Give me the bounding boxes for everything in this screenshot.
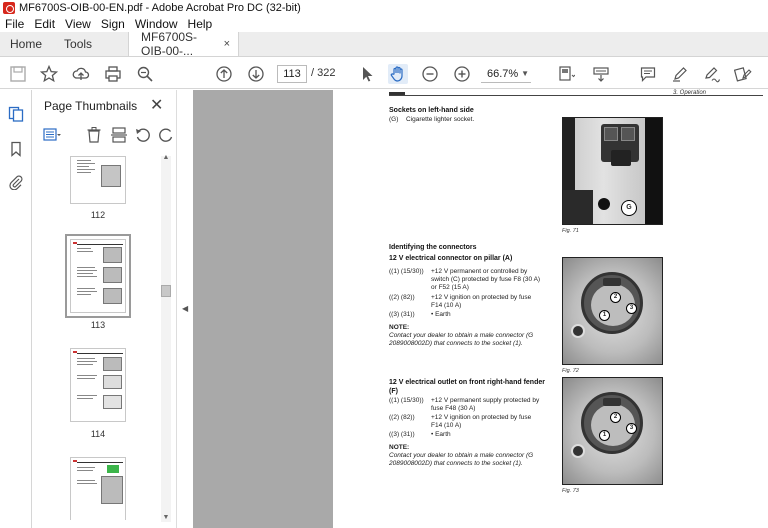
header-marker [389,92,405,95]
thumbnail-page-115[interactable] [70,457,126,520]
collapse-panel-icon[interactable]: ◀ [182,304,188,313]
zoom-search-icon[interactable] [135,64,155,84]
scroll-mode-icon[interactable] [591,64,611,84]
left-icon-rail [0,90,32,528]
scrollbar-handle[interactable] [161,285,171,297]
bookmark-star-icon[interactable] [39,64,59,84]
item-text: Cigarette lighter socket. [406,116,475,123]
figure-72-photo: 1 2 3 [562,257,663,365]
row-key: ((3) (31)) [389,311,415,318]
row-key: ((2) (82)) [389,294,415,301]
delete-trash-icon[interactable] [85,126,103,144]
page-display-icon[interactable] [556,64,576,84]
menu-help[interactable]: Help [183,17,218,31]
row-text: • Earth [431,431,451,438]
thumbnail-label: 114 [90,429,106,439]
row-text: +12 V ignition on protected by fuse F14 … [431,414,532,429]
edit-pdf-icon[interactable] [733,64,753,84]
menu-file[interactable]: File [0,17,29,31]
page-total: / 322 [311,67,336,79]
section-title: Sockets on left-hand side [389,107,474,114]
thumbnail-scrollbar[interactable] [161,156,171,522]
scroll-down-icon[interactable]: ▼ [161,514,171,522]
thumbnail-toolbar [33,124,176,146]
attachments-paperclip-icon[interactable] [8,174,24,190]
menu-bar: File Edit View Sign Window Help [0,15,768,32]
chevron-down-icon: ▼ [521,69,529,78]
thumbnail-page-113[interactable] [65,234,131,318]
zoom-level-dropdown[interactable]: 66.7% ▼ [481,65,531,83]
menu-sign[interactable]: Sign [96,17,130,31]
highlight-pen-icon[interactable] [670,64,690,84]
rotate-clockwise-icon[interactable] [157,126,175,144]
subsection-title: 12 V electrical connector on pillar (A) [389,255,513,262]
row-key: ((1) (15/30)) [389,268,424,275]
item-key: (G) [389,116,399,123]
section-title: Identifying the connectors [389,244,477,251]
menu-view[interactable]: View [60,17,96,31]
acrobat-logo-icon [3,1,15,14]
tab-document[interactable]: MF6700S-OIB-00-... × [128,30,240,58]
note-text: Contact your dealer to obtain a male con… [389,332,534,347]
hand-tool-icon[interactable] [388,64,408,84]
title-bar: MF6700S-OIB-00-EN.pdf - Adobe Acrobat Pr… [0,0,768,15]
close-icon[interactable]: ✕ [150,95,163,115]
page-header-rule [389,95,763,96]
note-title: NOTE: [389,324,410,331]
upload-cloud-icon[interactable] [71,64,91,84]
note-title: NOTE: [389,444,410,451]
row-text: +12 V permanent supply protected by fuse… [431,397,540,412]
thumbnail-list: 112 113 114 [33,156,163,520]
bookmarks-icon[interactable] [8,141,24,157]
figure-71-photo: G [562,117,663,225]
print-icon[interactable] [103,64,123,84]
row-text: +12 V ignition on protected by fuse F14 … [431,294,532,309]
thumbnail-label: 113 [90,320,106,330]
tab-close-icon[interactable]: × [224,38,230,50]
page-thumbnails-panel: Page Thumbnails ✕ 112 113 114 ▲ ▼ [33,90,176,528]
thumbnail-options-icon[interactable] [43,126,61,144]
row-key: ((3) (31)) [389,431,415,438]
tab-tools[interactable]: Tools [53,32,103,56]
zoom-level-value: 66.7% [487,68,519,80]
pdf-page: 3. Operation Sockets on left-hand side (… [333,90,768,528]
previous-page-icon[interactable] [214,64,234,84]
window-title: MF6700S-OIB-00-EN.pdf - Adobe Acrobat Pr… [19,1,301,14]
page-number-input[interactable]: 113 [277,65,307,83]
page-header-text: 3. Operation [673,90,707,96]
rotate-counterclockwise-icon[interactable] [134,126,152,144]
figure-caption: Fig. 71 [562,228,579,234]
note-text: Contact your dealer to obtain a male con… [389,452,534,467]
subsection-title: 12 V electrical outlet on front right-ha… [389,379,545,395]
figure-callout-g: G [621,200,637,216]
row-key: ((2) (82)) [389,414,415,421]
select-cursor-icon[interactable] [357,64,377,84]
menu-window[interactable]: Window [130,17,183,31]
tab-document-label: MF6700S-OIB-00-... [141,30,198,58]
insert-page-icon[interactable] [110,126,128,144]
thumbnail-page-114[interactable] [70,348,126,422]
save-icon[interactable] [8,64,28,84]
zoom-out-icon[interactable] [420,64,440,84]
panel-splitter[interactable]: ◀ [176,90,193,528]
panel-title: Page Thumbnails [44,99,138,113]
scroll-up-icon[interactable]: ▲ [161,154,171,162]
row-text: +12 V permanent or controlled by switch … [431,268,541,291]
row-text: • Earth [431,311,451,318]
sign-icon[interactable] [702,64,722,84]
comment-icon[interactable] [638,64,658,84]
tab-bar: Home Tools MF6700S-OIB-00-... × [0,30,768,58]
thumbnail-label: 112 [90,210,106,220]
next-page-icon[interactable] [246,64,266,84]
thumbnail-page-112[interactable] [70,156,126,204]
tab-home[interactable]: Home [0,32,53,56]
row-key: ((1) (15/30)) [389,397,424,404]
zoom-in-icon[interactable] [452,64,472,84]
menu-edit[interactable]: Edit [29,17,60,31]
page-thumbnails-icon[interactable] [8,106,24,122]
figure-caption: Fig. 73 [562,488,579,494]
figure-caption: Fig. 72 [562,368,579,374]
figure-73-photo: 1 2 3 [562,377,663,485]
